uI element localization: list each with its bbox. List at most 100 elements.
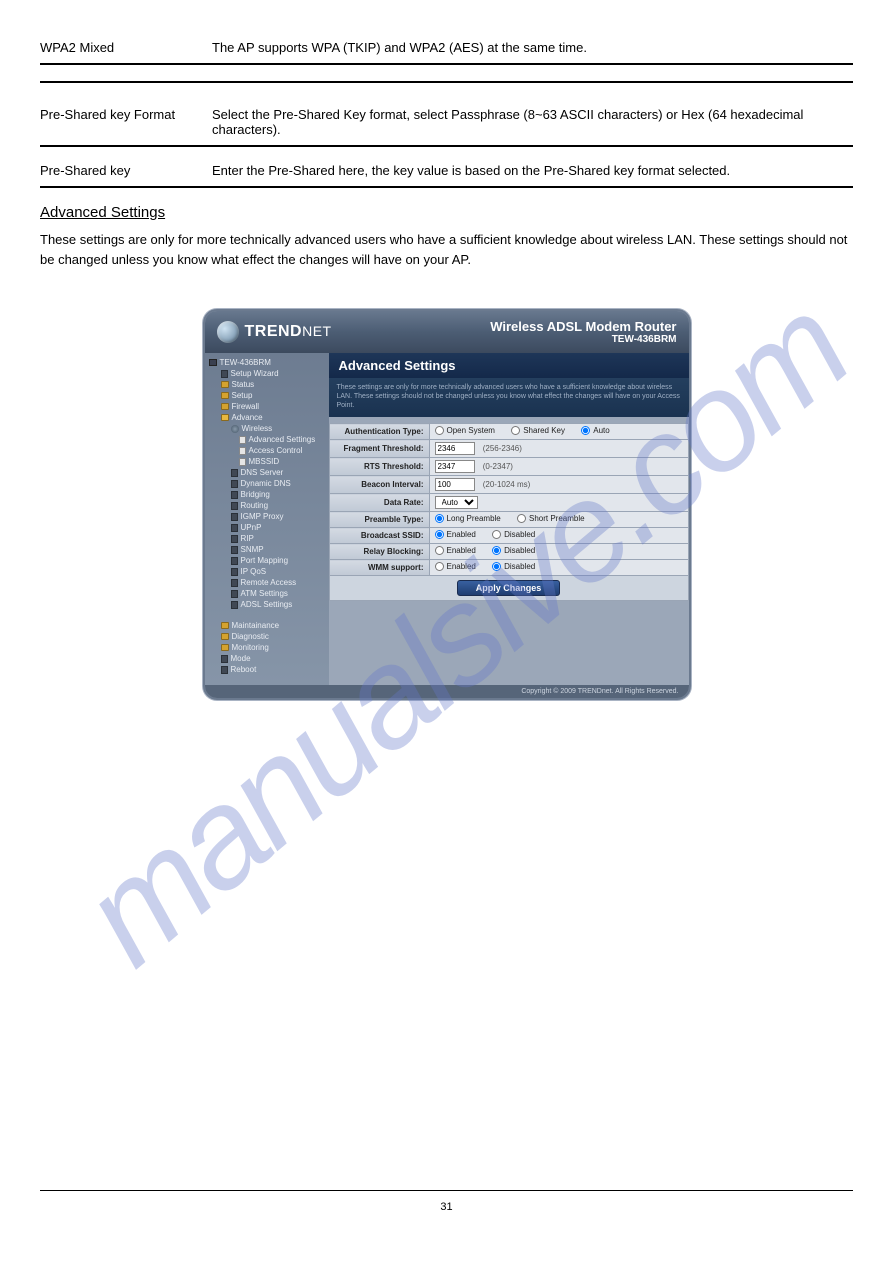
page-number: 31 <box>0 1201 893 1213</box>
nav-remote-access[interactable]: Remote Access <box>209 577 327 588</box>
nav-setup-wizard[interactable]: Setup Wizard <box>209 368 327 379</box>
nav-root[interactable]: TEW-436BRM <box>209 357 327 368</box>
page-icon <box>231 513 238 521</box>
router-title-sub: TEW-436BRM <box>490 334 676 345</box>
nav-firewall[interactable]: Firewall <box>209 401 327 412</box>
nav-maintainance[interactable]: Maintainance <box>209 620 327 631</box>
page-icon <box>231 480 238 488</box>
page-footer-line <box>40 1190 853 1191</box>
folder-icon <box>221 633 229 640</box>
beacon-label: Beacon Interval: <box>329 476 429 494</box>
relay-label: Relay Blocking: <box>329 544 429 560</box>
nav-bridging[interactable]: Bridging <box>209 489 327 500</box>
preamble-label: Preamble Type: <box>329 512 429 528</box>
folder-icon <box>221 392 229 399</box>
page-icon <box>231 469 238 477</box>
globe-icon <box>231 425 239 433</box>
auth-open-system[interactable]: Open System <box>435 426 495 435</box>
divider <box>40 186 853 188</box>
panel-title: Advanced Settings <box>329 353 689 378</box>
folder-icon <box>221 403 229 410</box>
nav-igmp-proxy[interactable]: IGMP Proxy <box>209 511 327 522</box>
page-icon <box>231 590 238 598</box>
wmm-disabled[interactable]: Disabled <box>492 562 535 571</box>
preamble-short[interactable]: Short Preamble <box>517 514 585 523</box>
nav-setup[interactable]: Setup <box>209 390 327 401</box>
auth-auto[interactable]: Auto <box>581 426 609 435</box>
nav-upnp[interactable]: UPnP <box>209 522 327 533</box>
rts-range: (0-2347) <box>483 462 513 471</box>
nav-access-control[interactable]: Access Control <box>209 445 327 456</box>
page-icon <box>231 535 238 543</box>
beacon-input[interactable] <box>435 478 475 491</box>
doc-intro: These settings are only for more technic… <box>40 230 853 269</box>
nav-dynamic-dns[interactable]: Dynamic DNS <box>209 478 327 489</box>
sidebar-nav: TEW-436BRM Setup Wizard Status Setup Fir… <box>205 353 329 685</box>
page-icon <box>231 568 238 576</box>
nav-wireless[interactable]: Wireless <box>209 423 327 434</box>
bssid-enabled[interactable]: Enabled <box>435 530 476 539</box>
wmm-label: WMM support: <box>329 560 429 576</box>
page-icon <box>231 546 238 554</box>
preamble-long[interactable]: Long Preamble <box>435 514 501 523</box>
page-icon <box>221 655 228 663</box>
relay-enabled[interactable]: Enabled <box>435 546 476 555</box>
page-icon <box>231 491 238 499</box>
frag-label: Fragment Threshold: <box>329 440 429 458</box>
folder-icon <box>221 644 229 651</box>
nav-snmp[interactable]: SNMP <box>209 544 327 555</box>
doc-heading-advanced: Advanced Settings <box>40 204 853 222</box>
router-admin-window: TRENDNET Wireless ADSL Modem Router TEW-… <box>203 309 691 700</box>
page-icon <box>231 601 238 609</box>
doc-row-wpa2: WPA2 Mixed The AP supports WPA (TKIP) an… <box>40 40 853 55</box>
page-icon <box>231 557 238 565</box>
page-icon <box>231 502 238 510</box>
divider <box>40 145 853 147</box>
nav-advance[interactable]: Advance <box>209 412 327 423</box>
doc-desc-wpa2: The AP supports WPA (TKIP) and WPA2 (AES… <box>212 40 587 55</box>
nav-dns-server[interactable]: DNS Server <box>209 467 327 478</box>
doc-desc-psk: Enter the Pre-Shared here, the key value… <box>212 163 730 178</box>
nav-diagnostic[interactable]: Diagnostic <box>209 631 327 642</box>
nav-mbssid[interactable]: MBSSID <box>209 456 327 467</box>
nav-mode[interactable]: Mode <box>209 653 327 664</box>
nav-adv-settings[interactable]: Advanced Settings <box>209 434 327 445</box>
auth-label: Authentication Type: <box>329 424 429 440</box>
nav-reboot[interactable]: Reboot <box>209 664 327 675</box>
frag-input[interactable] <box>435 442 475 455</box>
datarate-select[interactable]: Auto <box>435 496 478 509</box>
panel-warning: These settings are only for more technic… <box>329 378 689 417</box>
nav-rip[interactable]: RIP <box>209 533 327 544</box>
bssid-label: Broadcast SSID: <box>329 528 429 544</box>
datarate-label: Data Rate: <box>329 494 429 512</box>
page-icon <box>231 524 238 532</box>
folder-icon <box>221 381 229 388</box>
doc-icon <box>239 458 246 466</box>
page-icon <box>231 579 238 587</box>
nav-atm-settings[interactable]: ATM Settings <box>209 588 327 599</box>
nav-monitoring[interactable]: Monitoring <box>209 642 327 653</box>
divider <box>40 81 853 83</box>
nav-ip-qos[interactable]: IP QoS <box>209 566 327 577</box>
nav-adsl-settings[interactable]: ADSL Settings <box>209 599 327 610</box>
rts-input[interactable] <box>435 460 475 473</box>
router-header: TRENDNET Wireless ADSL Modem Router TEW-… <box>205 311 689 353</box>
apply-changes-button[interactable]: Apply Changes <box>457 580 561 596</box>
page-icon <box>221 666 228 674</box>
auth-shared-key[interactable]: Shared Key <box>511 426 565 435</box>
relay-disabled[interactable]: Disabled <box>492 546 535 555</box>
computer-icon <box>209 359 217 366</box>
content-area: Advanced Settings These settings are onl… <box>329 353 689 685</box>
doc-desc-psk-format: Select the Pre-Shared Key format, select… <box>212 107 853 137</box>
doc-label-psk-format: Pre-Shared key Format <box>40 107 180 137</box>
doc-label-wpa2: WPA2 Mixed <box>40 40 180 55</box>
nav-routing[interactable]: Routing <box>209 500 327 511</box>
frag-range: (256-2346) <box>483 444 522 453</box>
doc-row-psk: Pre-Shared key Enter the Pre-Shared here… <box>40 163 853 178</box>
page-icon <box>221 370 228 378</box>
nav-status[interactable]: Status <box>209 379 327 390</box>
wmm-enabled[interactable]: Enabled <box>435 562 476 571</box>
nav-port-mapping[interactable]: Port Mapping <box>209 555 327 566</box>
bssid-disabled[interactable]: Disabled <box>492 530 535 539</box>
brand-text: TRENDNET <box>245 323 332 341</box>
